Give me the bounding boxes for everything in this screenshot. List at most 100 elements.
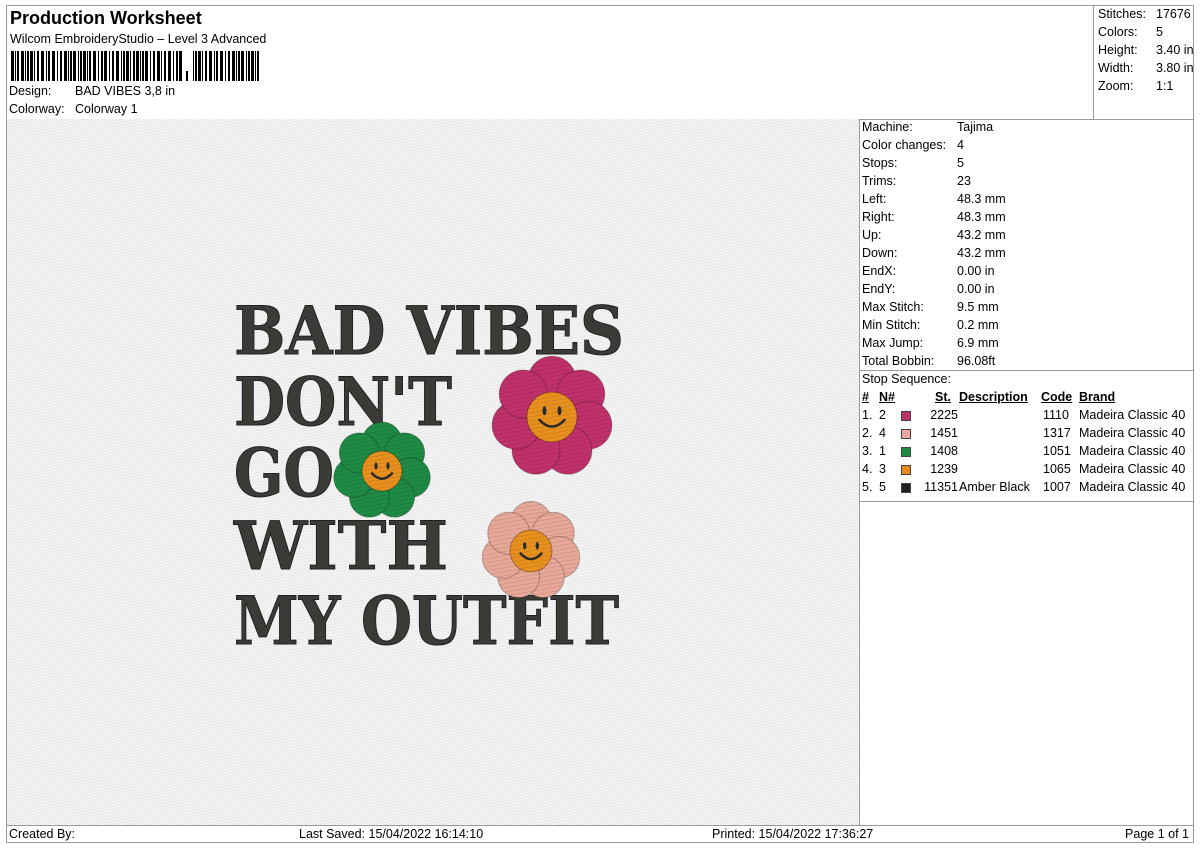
design-text-line-1: BAD VIBES xyxy=(234,292,624,370)
stop-stitches: 1451 xyxy=(930,426,958,440)
stop-code: 1007 xyxy=(1043,480,1071,494)
stop-needle: 5 xyxy=(879,480,886,494)
col-header-description: Description xyxy=(959,390,1028,404)
spec-label: Color changes: xyxy=(862,138,947,152)
details-panel: Machine: Tajima Color changes: 4 Stops: 5 Trim… xyxy=(860,119,1193,825)
spec-label: Machine: xyxy=(862,120,913,134)
spec-value: 9.5 mm xyxy=(957,300,999,314)
spec-value: 43.2 mm xyxy=(957,228,1006,242)
stat-height: Height: 3.40 in xyxy=(1098,43,1194,57)
stop-stitches: 1408 xyxy=(930,444,958,458)
stop-num: 5. xyxy=(862,480,873,494)
design-row: Design: BAD VIBES 3,8 in xyxy=(9,84,175,98)
design-text-line-5: MY OUTFIT xyxy=(234,582,619,660)
last-saved: Last Saved: 15/04/2022 16:14:10 xyxy=(299,827,484,841)
thread-color-swatch xyxy=(901,465,911,475)
pink-flower xyxy=(491,355,613,475)
spec-row: Max Stitch: 9.5 mm xyxy=(862,300,999,314)
spec-label: Max Jump: xyxy=(862,336,924,350)
col-header-num: # xyxy=(862,390,869,404)
spec-row: Stops: 5 xyxy=(862,156,964,170)
stop-code: 1110 xyxy=(1043,408,1069,422)
thread-color-swatch xyxy=(901,447,911,457)
spec-label: Left: xyxy=(862,192,887,206)
spec-row: Right: 48.3 mm xyxy=(862,210,1006,224)
spec-value: Tajima xyxy=(957,120,994,134)
spec-row: Color changes: 4 xyxy=(862,138,964,152)
design-text-line-3: GO xyxy=(234,434,334,512)
spec-value: 48.3 mm xyxy=(957,210,1006,224)
spec-row: Down: 43.2 mm xyxy=(862,246,1006,260)
thread-color-swatch xyxy=(901,483,911,493)
stop-needle: 3 xyxy=(879,462,886,476)
stat-stitches: Stitches: 17676 xyxy=(1098,7,1191,21)
stop-stitches: 2225 xyxy=(930,408,958,422)
design-preview: BAD VIBES DON'T GO WITH MY OUTFIT xyxy=(7,119,860,825)
spec-value: 43.2 mm xyxy=(957,246,1006,260)
spec-label: Up: xyxy=(862,228,882,242)
spec-row: Up: 43.2 mm xyxy=(862,228,1006,242)
stop-brand: Madeira Classic 40 xyxy=(1079,462,1186,476)
spec-label: Right: xyxy=(862,210,895,224)
stop-num: 2. xyxy=(862,426,873,440)
spec-row: EndX: 0.00 in xyxy=(862,264,995,278)
stop-num: 4. xyxy=(862,462,873,476)
spec-row: EndY: 0.00 in xyxy=(862,282,995,296)
green-flower xyxy=(333,421,431,518)
col-header-code: Code xyxy=(1041,390,1073,404)
stat-colors: Colors: 5 xyxy=(1098,25,1163,39)
embroidery-artwork: BAD VIBES DON'T GO WITH MY OUTFIT xyxy=(233,292,625,661)
col-header-n: N# xyxy=(879,390,895,404)
spec-row: Total Bobbin: 96.08ft xyxy=(862,354,995,368)
stop-brand: Madeira Classic 40 xyxy=(1079,408,1186,422)
printed-date: Printed: 15/04/2022 17:36:27 xyxy=(712,827,874,841)
header: Production Worksheet Wilcom EmbroiderySt… xyxy=(7,6,1093,120)
spec-value: 0.00 in xyxy=(957,264,995,278)
stop-code: 1051 xyxy=(1043,444,1071,458)
stop-needle: 4 xyxy=(879,426,886,440)
page-number: Page 1 of 1 xyxy=(1125,827,1189,841)
spec-label: Down: xyxy=(862,246,898,260)
design-text-line-4: WITH xyxy=(233,507,448,585)
stop-needle: 1 xyxy=(879,444,886,458)
barcode xyxy=(11,51,259,81)
footer: Created By: Last Saved: 15/04/2022 16:14… xyxy=(7,825,1193,843)
spec-row: Max Jump: 6.9 mm xyxy=(862,336,999,350)
spec-value: 4 xyxy=(957,138,964,152)
stop-sequence-label: Stop Sequence: xyxy=(862,372,951,386)
page-title: Production Worksheet xyxy=(10,8,202,28)
col-header-brand: Brand xyxy=(1079,390,1116,404)
spec-value: 96.08ft xyxy=(957,354,996,368)
stop-brand: Madeira Classic 40 xyxy=(1079,444,1186,458)
col-header-st: St. xyxy=(935,390,951,404)
spec-label: Trims: xyxy=(862,174,897,188)
stop-brand: Madeira Classic 40 xyxy=(1079,480,1186,494)
stat-zoom: Zoom: 1:1 xyxy=(1098,79,1174,93)
spec-value: 23 xyxy=(957,174,971,188)
stop-num: 3. xyxy=(862,444,873,458)
stats-box: Stitches: 17676 Colors: 5 Height: 3.40 in W… xyxy=(1093,6,1194,120)
stop-needle: 2 xyxy=(879,408,886,422)
design-text-line-2: DON'T xyxy=(234,363,452,441)
spec-label: EndY: xyxy=(862,282,896,296)
stop-description: Amber Black xyxy=(959,480,1030,494)
spec-label: Min Stitch: xyxy=(862,318,921,332)
stop-sequence: Stop Sequence: # N# St. Description Code… xyxy=(860,370,1193,502)
colorway-label: Colorway: xyxy=(9,102,65,116)
stop-brand: Madeira Classic 40 xyxy=(1079,426,1186,440)
created-by: Created By: xyxy=(9,827,76,841)
spec-label: EndX: xyxy=(862,264,897,278)
thread-color-swatch xyxy=(901,429,911,439)
spec-label: Total Bobbin: xyxy=(862,354,935,368)
design-value: BAD VIBES 3,8 in xyxy=(75,84,176,98)
spec-label: Stops: xyxy=(862,156,898,170)
stop-code: 1065 xyxy=(1043,462,1071,476)
spec-value: 48.3 mm xyxy=(957,192,1006,206)
spec-row: Min Stitch: 0.2 mm xyxy=(862,318,999,332)
stop-stitches: 11351 xyxy=(924,480,958,494)
colorway-value: Colorway 1 xyxy=(75,102,138,116)
spec-value: 0.2 mm xyxy=(957,318,999,332)
spec-value: 5 xyxy=(957,156,964,170)
software-name: Wilcom EmbroideryStudio – Level 3 Advanc… xyxy=(10,32,267,46)
stop-code: 1317 xyxy=(1043,426,1071,440)
